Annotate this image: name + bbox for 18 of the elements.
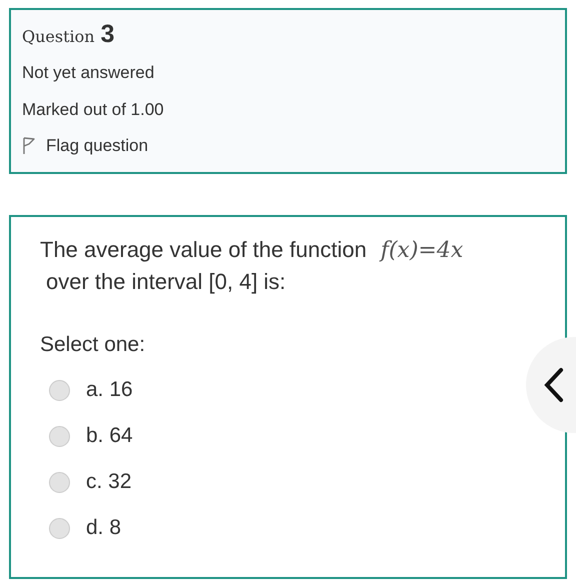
radio-button[interactable]	[49, 518, 70, 538]
answer-state: Not yet answered	[22, 62, 154, 84]
option-label[interactable]: c. 32	[86, 470, 132, 494]
question-text: The average value of the function	[40, 237, 367, 263]
radio-button[interactable]	[49, 472, 70, 492]
flag-question-link[interactable]: Flag question	[22, 128, 148, 164]
formula: f(x)=4x	[380, 238, 464, 263]
option-label[interactable]: b. 64	[86, 424, 133, 448]
chevron-left-icon	[543, 367, 565, 403]
radio-button[interactable]	[49, 380, 70, 400]
radio-button[interactable]	[49, 426, 70, 446]
option-label[interactable]: a. 16	[86, 378, 133, 402]
option-label[interactable]: d. 8	[86, 516, 122, 540]
question-label: Question	[22, 27, 95, 46]
prompt-text: Select one:	[40, 333, 146, 357]
question-text: over the interval [0, 4] is:	[46, 269, 286, 295]
question-number: 3	[100, 20, 114, 49]
marks-text: Marked out of 1.00	[22, 99, 164, 121]
